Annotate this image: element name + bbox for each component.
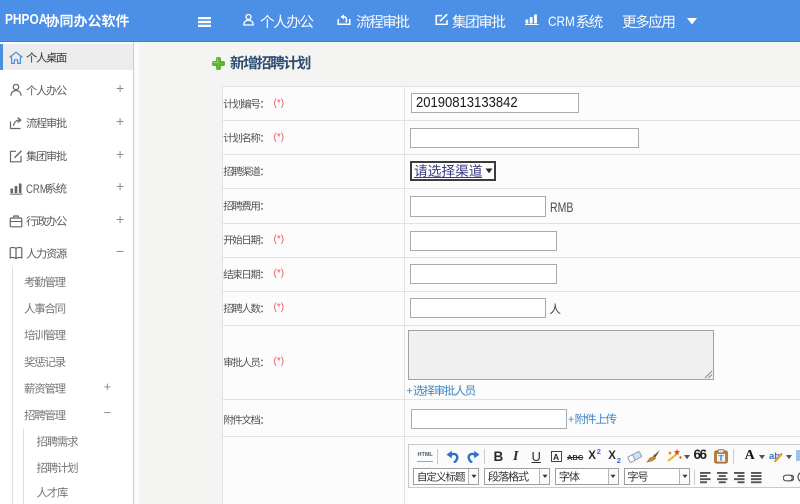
svg-text:T: T (718, 453, 724, 462)
